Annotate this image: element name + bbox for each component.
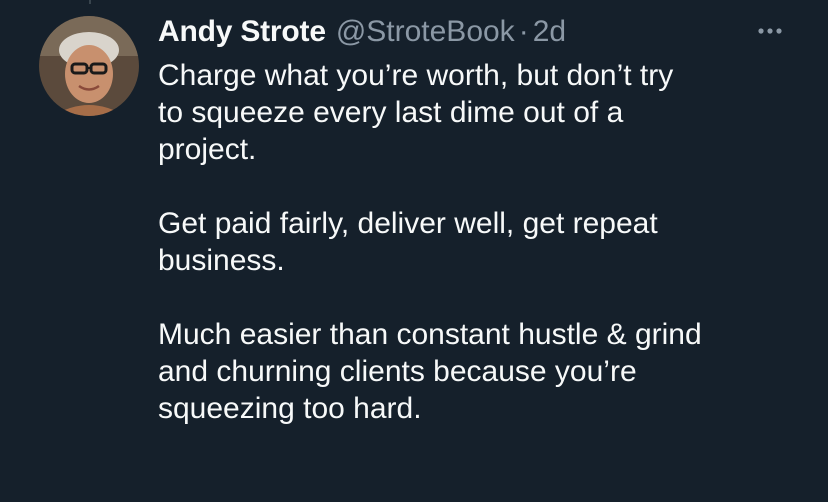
more-options-button[interactable]: [752, 16, 788, 46]
tweet-text: Charge what you’re worth, but don’t try …: [158, 57, 808, 427]
tweet-header: Andy Strote @StroteBook · 2d: [158, 10, 566, 54]
tweet-paragraph: Charge what you’re worth, but don’t try …: [158, 59, 674, 166]
more-horizontal-icon: [758, 28, 782, 34]
tweet-paragraph: Get paid fairly, deliver well, get repea…: [158, 207, 658, 277]
tweet-timestamp[interactable]: 2d: [533, 15, 566, 49]
author-handle[interactable]: @StroteBook: [336, 15, 515, 49]
separator-dot: ·: [518, 15, 529, 48]
avatar[interactable]: [39, 16, 139, 116]
tweet-paragraph: Much easier than constant hustle & grind…: [158, 318, 702, 425]
author-name[interactable]: Andy Strote: [158, 15, 326, 49]
avatar-image: [39, 16, 139, 116]
thread-connector-line: [89, 0, 91, 4]
